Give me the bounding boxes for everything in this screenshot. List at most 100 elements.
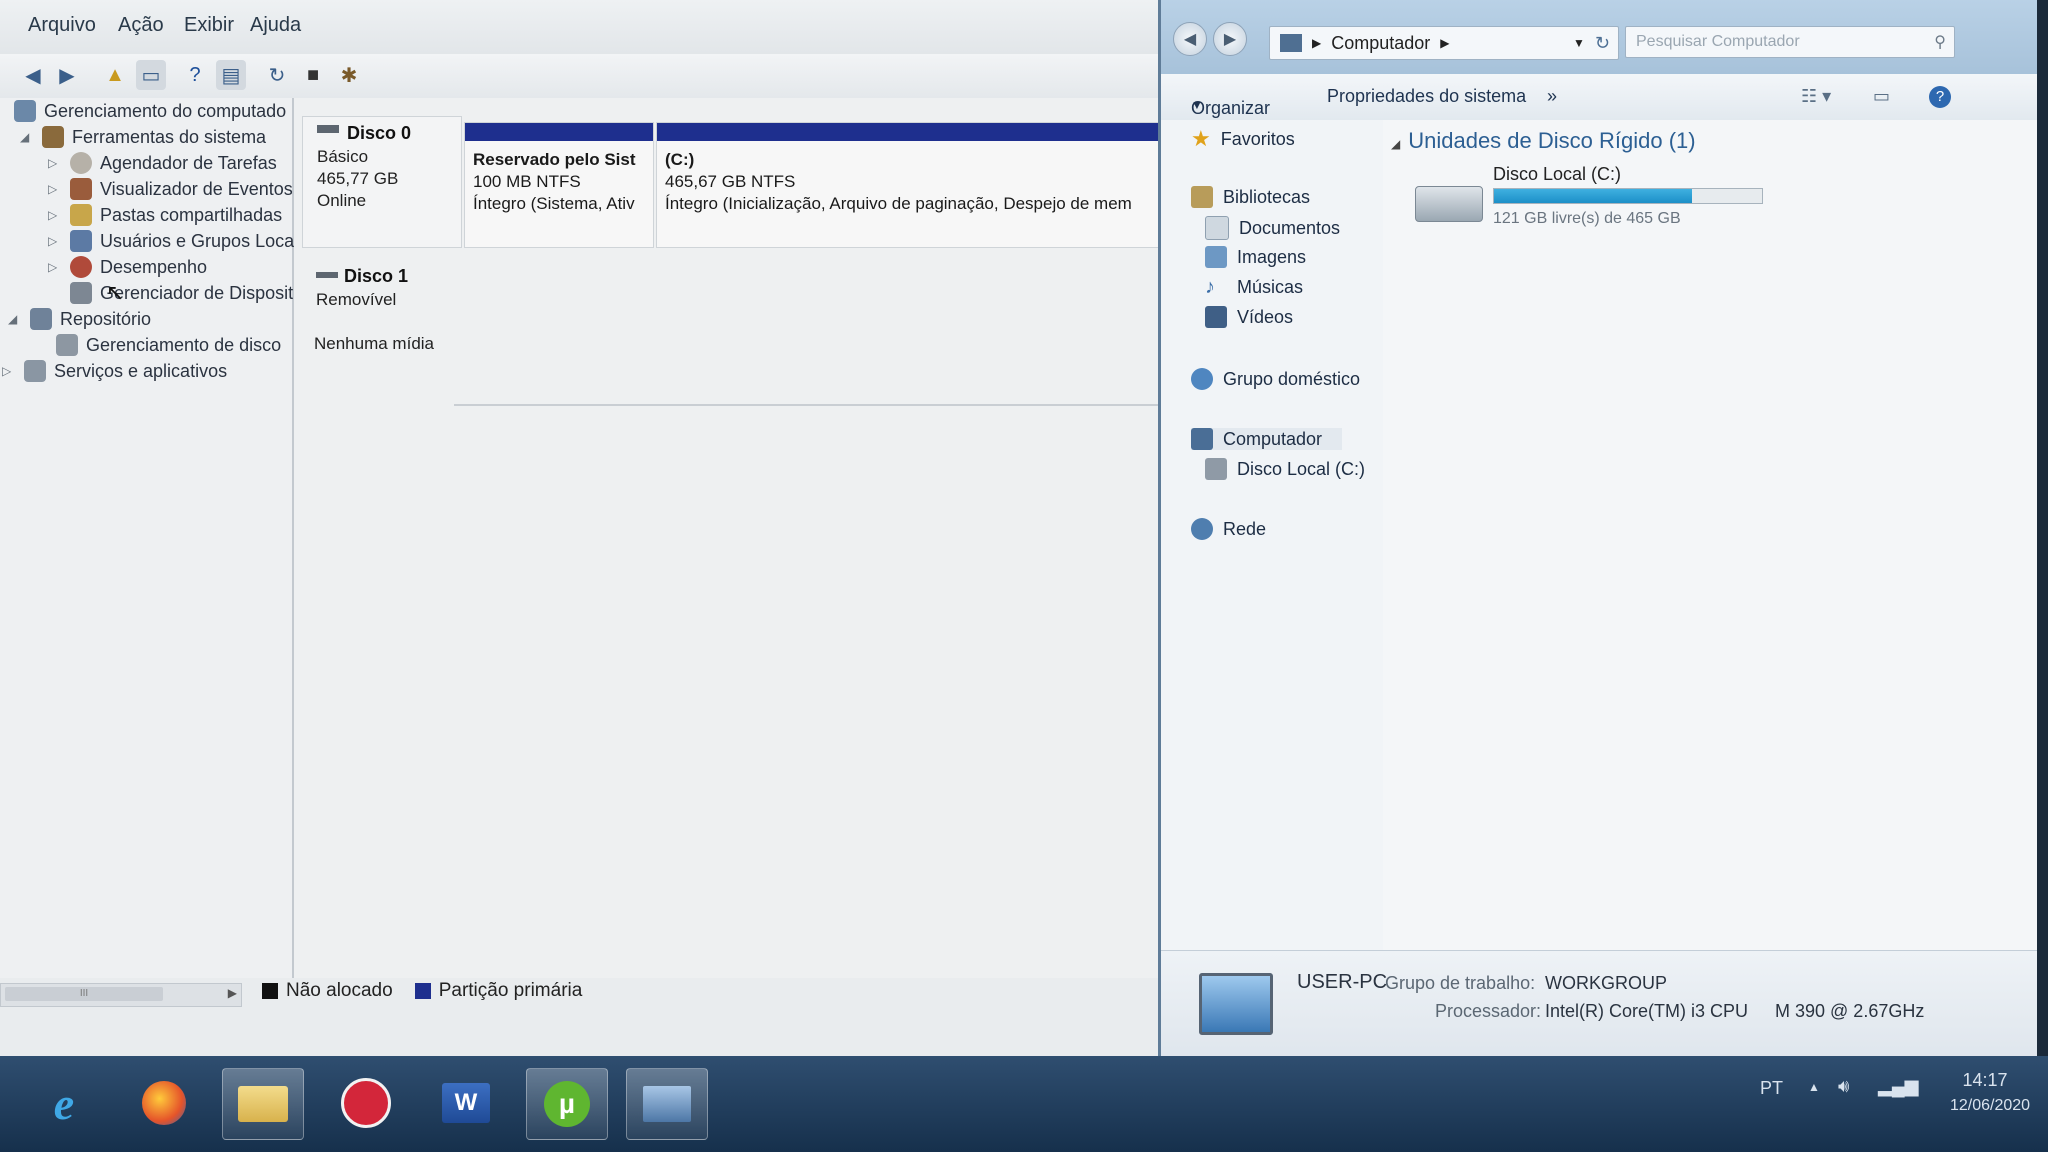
menu-acao[interactable]: Ação — [118, 14, 164, 37]
breadcrumb-arrow-icon[interactable]: ▶ — [1440, 36, 1449, 50]
forward-button[interactable]: ▶ — [1213, 22, 1247, 56]
menu-exibir[interactable]: Exibir — [184, 14, 234, 37]
tree-horizontal-scrollbar[interactable]: III ▶ — [0, 983, 242, 1007]
breadcrumb-arrow-icon[interactable]: ▶ — [1312, 36, 1321, 50]
scrollbar-thumb[interactable]: III — [5, 987, 163, 1001]
breadcrumb-computer[interactable]: Computador — [1331, 33, 1430, 54]
nav-videos[interactable]: Vídeos — [1205, 306, 1293, 328]
search-input[interactable]: Pesquisar Computador ⚲ — [1625, 26, 1955, 58]
collapse-arrow-icon[interactable]: ▷ — [48, 208, 62, 222]
network-icon — [1191, 518, 1213, 540]
partition-reserved[interactable]: Reservado pelo Sist 100 MB NTFS Íntegro … — [464, 122, 654, 248]
expand-arrow-icon[interactable]: ◢ — [20, 130, 34, 144]
up-folder-icon[interactable]: ▲ — [100, 60, 130, 90]
clock[interactable]: 14:17 12/06/2020 — [1950, 1070, 2031, 1115]
disk1-name: Disco 1 — [344, 266, 409, 286]
documents-icon — [1205, 216, 1229, 240]
search-icon[interactable]: ⚲ — [1934, 32, 1946, 52]
menu-arquivo[interactable]: Arquivo — [28, 14, 96, 37]
partition-c-status: Íntegro (Inicialização, Arquivo de pagin… — [665, 194, 1132, 213]
help-icon[interactable]: ? — [1929, 86, 1951, 108]
utorrent-icon[interactable]: µ — [526, 1068, 608, 1140]
collapse-arrow-icon[interactable]: ▷ — [48, 234, 62, 248]
nav-local-disk[interactable]: Disco Local (C:) — [1205, 458, 1365, 480]
nav-favorites[interactable]: ★ Favoritos — [1191, 126, 1295, 152]
properties-icon[interactable]: ▤ — [216, 60, 246, 90]
command-bar: Organizar ▼ Propriedades do sistema » ☷ … — [1161, 74, 2037, 121]
tree-system-tools[interactable]: ◢ Ferramentas do sistema — [20, 126, 266, 148]
address-dropdown-icon[interactable]: ▼ — [1573, 36, 1585, 50]
show-hide-tree-icon[interactable]: ▭ — [136, 60, 166, 90]
group-header[interactable]: ◢ Unidades de Disco Rígido (1) — [1391, 128, 1696, 154]
settings-icon[interactable]: ✱ — [334, 60, 364, 90]
scroll-right-arrow-icon[interactable]: ▶ — [228, 986, 237, 1000]
disk1-media: Nenhuma mídia — [314, 334, 435, 353]
back-arrow-icon[interactable]: ◀ — [18, 60, 48, 90]
system-properties-button[interactable]: Propriedades do sistema — [1327, 86, 1526, 107]
language-indicator[interactable]: PT — [1760, 1078, 1783, 1099]
clock-date: 12/06/2020 — [1950, 1097, 2031, 1114]
menu-ajuda[interactable]: Ajuda — [250, 14, 301, 37]
media-player-icon[interactable] — [326, 1068, 406, 1138]
firefox-icon[interactable] — [124, 1068, 204, 1138]
nav-libraries[interactable]: Bibliotecas — [1191, 186, 1310, 208]
network-signal-icon[interactable]: ▂▄▆ — [1878, 1076, 1918, 1097]
tree-task-scheduler[interactable]: ▷ Agendador de Tarefas — [48, 152, 277, 174]
tree-services-apps[interactable]: ▷ Serviços e aplicativos — [2, 360, 227, 382]
tree-device-manager[interactable]: Gerenciador de Disposit — [70, 282, 293, 304]
tree-disk-management[interactable]: Gerenciamento de disco — [56, 334, 281, 356]
menu-bar: Arquivo Ação Exibir Ajuda — [0, 0, 1160, 55]
computer-management-taskbar-icon[interactable] — [626, 1068, 708, 1140]
drive-local-c[interactable]: Disco Local (C:) 121 GB livre(s) de 465 … — [1415, 164, 1763, 244]
refresh-icon[interactable]: ↻ — [1595, 33, 1610, 54]
nav-computer[interactable]: Computador — [1191, 428, 1343, 450]
disk1-label[interactable]: Disco 1 Removível Nenhuma mídia — [302, 258, 460, 408]
internet-explorer-icon[interactable]: e — [24, 1068, 104, 1138]
libraries-icon — [1191, 186, 1213, 208]
back-button[interactable]: ◀ — [1173, 22, 1207, 56]
nav-music[interactable]: ♪ Músicas — [1205, 276, 1303, 299]
performance-icon — [70, 256, 92, 278]
address-bar[interactable]: ▶ Computador ▶ ▼ ↻ — [1269, 26, 1619, 60]
collapse-triangle-icon[interactable]: ◢ — [1391, 137, 1400, 151]
tree-users-groups[interactable]: ▷ Usuários e Grupos Loca — [48, 230, 294, 252]
word-icon[interactable]: W — [426, 1068, 506, 1138]
forward-arrow-icon[interactable]: ▶ — [52, 60, 82, 90]
partition-reserved-size: 100 MB NTFS — [473, 172, 581, 191]
help-icon[interactable]: ? — [180, 60, 210, 90]
device-manager-icon — [70, 282, 92, 304]
nav-homegroup[interactable]: Grupo doméstico — [1191, 368, 1360, 390]
collapse-arrow-icon[interactable]: ▷ — [2, 364, 16, 378]
disk-graphical-view: Disco 0 Básico 465,77 GB Online Reservad… — [294, 98, 1162, 978]
nav-network[interactable]: Rede — [1191, 518, 1266, 540]
tree-performance[interactable]: ▷ Desempenho — [48, 256, 207, 278]
nav-documents[interactable]: Documentos — [1205, 216, 1340, 240]
tree-event-viewer[interactable]: ▷ Visualizador de Eventos — [48, 178, 293, 200]
storage-icon — [30, 308, 52, 330]
windows-explorer-icon[interactable] — [222, 1068, 304, 1140]
view-options-icon[interactable]: ☷ ▾ — [1801, 86, 1831, 107]
refresh-icon[interactable]: ↻ — [262, 60, 292, 90]
pc-icon — [1199, 973, 1273, 1035]
export-list-icon[interactable]: ■ — [298, 60, 328, 90]
collapse-arrow-icon[interactable]: ▷ — [48, 156, 62, 170]
partition-bar — [657, 123, 1161, 141]
nav-images[interactable]: Imagens — [1205, 246, 1306, 268]
services-icon — [24, 360, 46, 382]
computer-management-icon — [14, 100, 36, 122]
volume-icon[interactable]: 🔊︎ — [1838, 1076, 1849, 1097]
show-hidden-icons-icon[interactable]: ▲ — [1808, 1080, 1820, 1094]
tree-storage[interactable]: ◢ Repositório — [8, 308, 151, 330]
tree-shared-folders[interactable]: ▷ Pastas compartilhadas — [48, 204, 282, 226]
collapse-arrow-icon[interactable]: ▷ — [48, 260, 62, 274]
clock-time: 14:17 — [1962, 1070, 2008, 1090]
clock-icon — [70, 152, 92, 174]
preview-pane-icon[interactable]: ▭ — [1873, 86, 1890, 107]
partition-c[interactable]: (C:) 465,67 GB NTFS Íntegro (Inicializaç… — [656, 122, 1162, 248]
tree-root[interactable]: Gerenciamento do computado — [14, 100, 286, 122]
homegroup-icon — [1191, 368, 1213, 390]
more-commands-button[interactable]: » — [1547, 86, 1557, 107]
disk0-label[interactable]: Disco 0 Básico 465,77 GB Online — [302, 116, 462, 248]
collapse-arrow-icon[interactable]: ▷ — [48, 182, 62, 196]
expand-arrow-icon[interactable]: ◢ — [8, 312, 22, 326]
